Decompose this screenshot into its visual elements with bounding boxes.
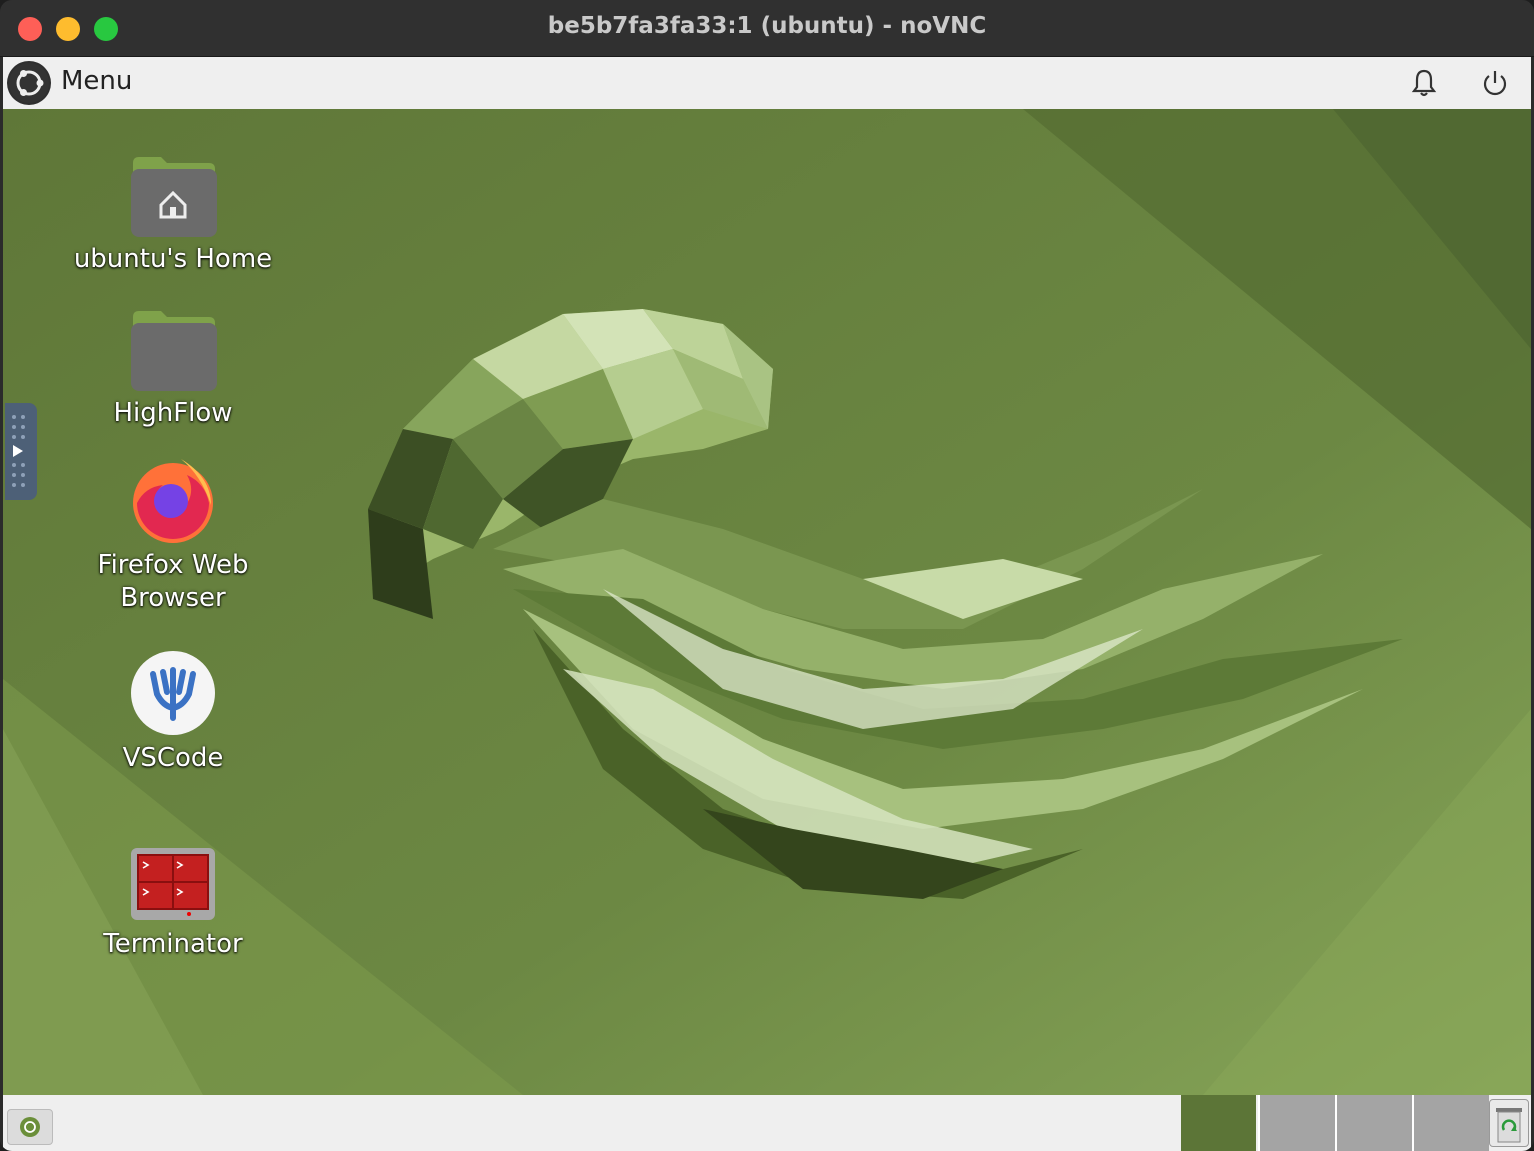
desktop-icon-terminator[interactable]: Terminator — [63, 844, 283, 961]
desktop-icon-label: ubuntu's Home — [73, 244, 273, 274]
bottom-panel — [3, 1095, 1531, 1151]
desktop-icon-label: Firefox Web Browser — [97, 550, 249, 613]
desktop-icon-highflow[interactable]: HighFlow — [63, 307, 283, 430]
home-folder-icon — [131, 157, 217, 237]
workspace-4[interactable] — [1412, 1095, 1489, 1151]
power-icon[interactable] — [1480, 67, 1510, 99]
workspace-1[interactable] — [1181, 1095, 1256, 1151]
desktop-icon-firefox[interactable]: Firefox Web Browser — [63, 453, 283, 615]
desktop: ubuntu's Home HighFlow Firefox Web Brows… — [3, 109, 1531, 1095]
folder-icon — [131, 311, 217, 391]
ubuntu-logo-icon[interactable] — [7, 61, 51, 105]
menu-button[interactable]: Menu — [61, 66, 132, 96]
vscode-icon — [131, 651, 215, 735]
side-panel-handle[interactable] — [5, 403, 37, 500]
window-title: be5b7fa3fa33:1 (ubuntu) - noVNC — [547, 13, 987, 39]
workspace-2[interactable] — [1258, 1095, 1335, 1151]
workspace-3[interactable] — [1335, 1095, 1412, 1151]
expand-arrow-icon — [13, 445, 23, 457]
terminator-icon — [131, 848, 215, 920]
title-bar: be5b7fa3fa33:1 (ubuntu) - noVNC — [0, 0, 1534, 57]
desktop-icon-home[interactable]: ubuntu's Home — [63, 153, 283, 276]
firefox-icon — [133, 459, 213, 543]
novnc-window: be5b7fa3fa33:1 (ubuntu) - noVNC Menu ubu… — [0, 0, 1534, 1151]
desktop-icon-label: Terminator — [103, 929, 243, 959]
desktop-icon-label: HighFlow — [113, 398, 233, 428]
desktop-icon-label: VSCode — [122, 743, 224, 773]
top-panel: Menu — [3, 57, 1531, 109]
trash-icon[interactable] — [1489, 1099, 1529, 1147]
ubuntu-small-icon[interactable] — [7, 1109, 53, 1145]
bell-icon[interactable] — [1409, 67, 1439, 99]
desktop-icon-vscode[interactable]: VSCode — [63, 648, 283, 775]
